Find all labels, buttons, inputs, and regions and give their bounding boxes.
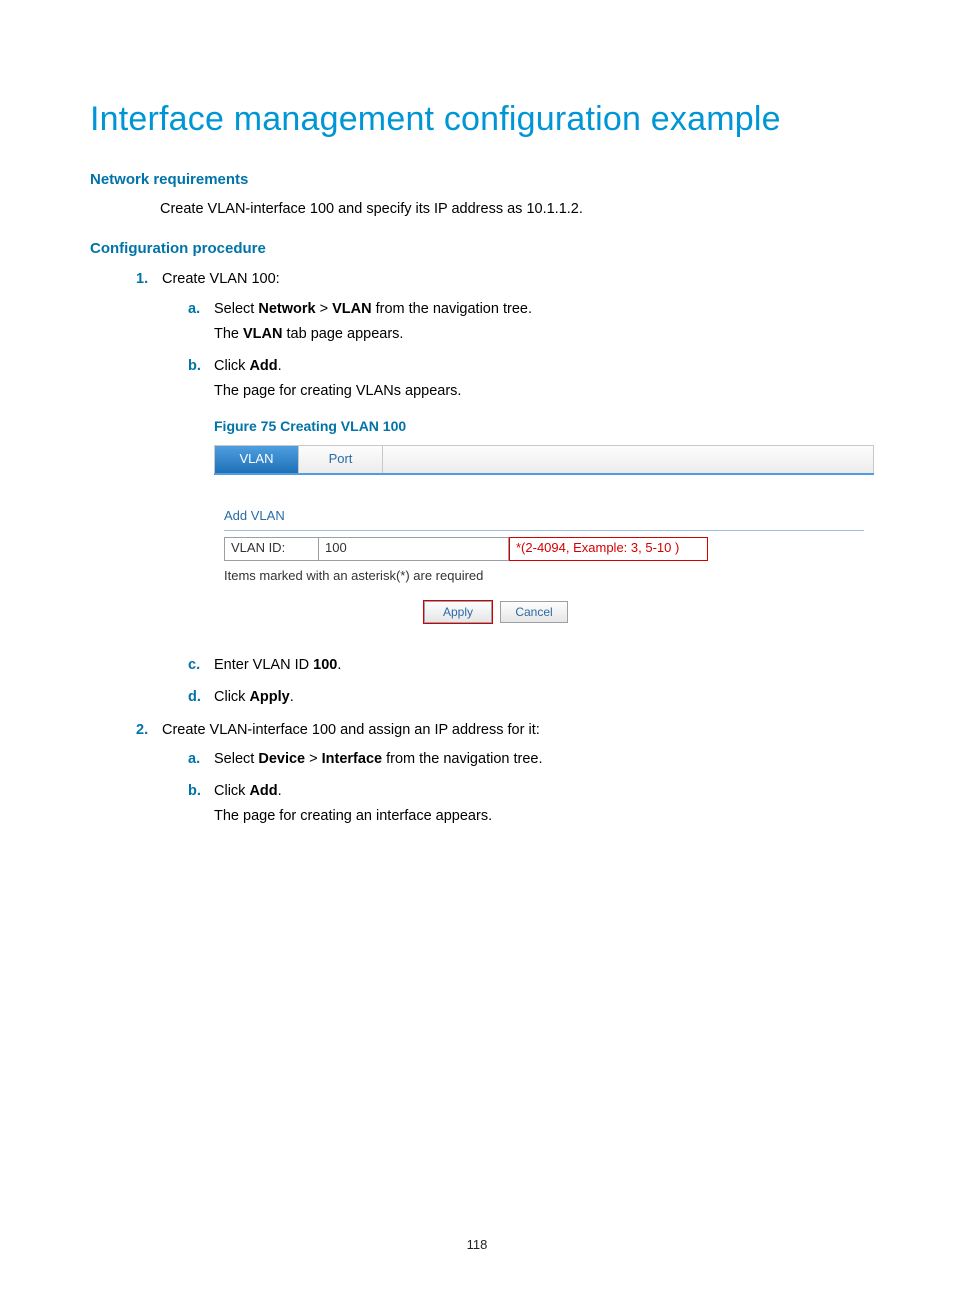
- substep-1c: c. Enter VLAN ID 100.: [188, 653, 864, 678]
- substep-marker: b.: [188, 354, 201, 379]
- text: >: [316, 301, 333, 317]
- substep-list: a. Select Network > VLAN from the naviga…: [188, 297, 864, 710]
- substep-marker: c.: [188, 653, 200, 678]
- substep-1d: d. Click Apply.: [188, 685, 864, 710]
- heading-config-procedure: Configuration procedure: [90, 240, 864, 257]
- figure-button-row: Apply Cancel: [224, 601, 708, 623]
- step-text: Create VLAN 100:: [162, 271, 280, 287]
- step-2: 2. Create VLAN-interface 100 and assign …: [136, 718, 864, 830]
- figure-caption: Figure 75 Creating VLAN 100: [214, 414, 864, 439]
- text: tab page appears.: [283, 326, 404, 342]
- tab-vlan[interactable]: VLAN: [215, 446, 299, 473]
- procedure-list: 1. Create VLAN 100: a. Select Network > …: [136, 267, 864, 829]
- text: .: [278, 783, 282, 799]
- kw-add: Add: [249, 358, 277, 374]
- text: The page for creating VLANs appears.: [214, 383, 461, 399]
- vlan-id-row: VLAN ID: 100 *(2-4094, Example: 3, 5-10 …: [224, 537, 708, 561]
- apply-button[interactable]: Apply: [424, 601, 492, 623]
- substep-2a: a. Select Device > Interface from the na…: [188, 747, 864, 772]
- vlan-id-hint: *(2-4094, Example: 3, 5-10 ): [509, 537, 708, 561]
- text: .: [337, 657, 341, 673]
- figure-rule: [224, 530, 864, 531]
- page-number: 118: [0, 1237, 954, 1252]
- figure-section-title: Add VLAN: [224, 505, 864, 528]
- page-title: Interface management configuration examp…: [90, 100, 864, 139]
- step-marker: 1.: [136, 267, 148, 292]
- substep-1a: a. Select Network > VLAN from the naviga…: [188, 297, 864, 348]
- step-1: 1. Create VLAN 100: a. Select Network > …: [136, 267, 864, 710]
- figure-75: VLAN Port Add VLAN VLAN ID: 100 *(2-4094…: [214, 445, 874, 628]
- text: .: [290, 689, 294, 705]
- substep-marker: d.: [188, 685, 201, 710]
- substep-list: a. Select Device > Interface from the na…: [188, 747, 864, 829]
- substep-marker: a.: [188, 747, 200, 772]
- text: The: [214, 326, 243, 342]
- kw-interface: Interface: [322, 751, 382, 767]
- text: .: [278, 358, 282, 374]
- heading-network-requirements: Network requirements: [90, 171, 864, 188]
- text: from the navigation tree.: [372, 301, 532, 317]
- kw-network: Network: [258, 301, 315, 317]
- vlan-id-input[interactable]: 100: [319, 538, 509, 560]
- kw-vlan-tab: VLAN: [243, 326, 282, 342]
- text: Select: [214, 301, 258, 317]
- text: >: [305, 751, 322, 767]
- text: Click: [214, 783, 249, 799]
- text: Click: [214, 358, 249, 374]
- substep-marker: b.: [188, 779, 201, 804]
- kw-vlan: VLAN: [332, 301, 371, 317]
- step-marker: 2.: [136, 718, 148, 743]
- text: from the navigation tree.: [382, 751, 542, 767]
- step-text: Create VLAN-interface 100 and assign an …: [162, 722, 540, 738]
- kw-apply: Apply: [249, 689, 289, 705]
- text: Enter VLAN ID: [214, 657, 313, 673]
- substep-marker: a.: [188, 297, 200, 322]
- kw-100: 100: [313, 657, 337, 673]
- network-req-text: Create VLAN-interface 100 and specify it…: [160, 198, 864, 220]
- text: Select: [214, 751, 258, 767]
- vlan-id-label: VLAN ID:: [225, 538, 319, 560]
- substep-2b: b. Click Add. The page for creating an i…: [188, 779, 864, 830]
- cancel-button[interactable]: Cancel: [500, 601, 568, 623]
- kw-add: Add: [249, 783, 277, 799]
- figure-tab-row: VLAN Port: [214, 445, 874, 473]
- figure-note: Items marked with an asterisk(*) are req…: [224, 565, 864, 588]
- text: Click: [214, 689, 249, 705]
- substep-1b: b. Click Add. The page for creating VLAN…: [188, 354, 864, 628]
- kw-device: Device: [258, 751, 305, 767]
- text: The page for creating an interface appea…: [214, 808, 492, 824]
- tab-port[interactable]: Port: [299, 446, 383, 473]
